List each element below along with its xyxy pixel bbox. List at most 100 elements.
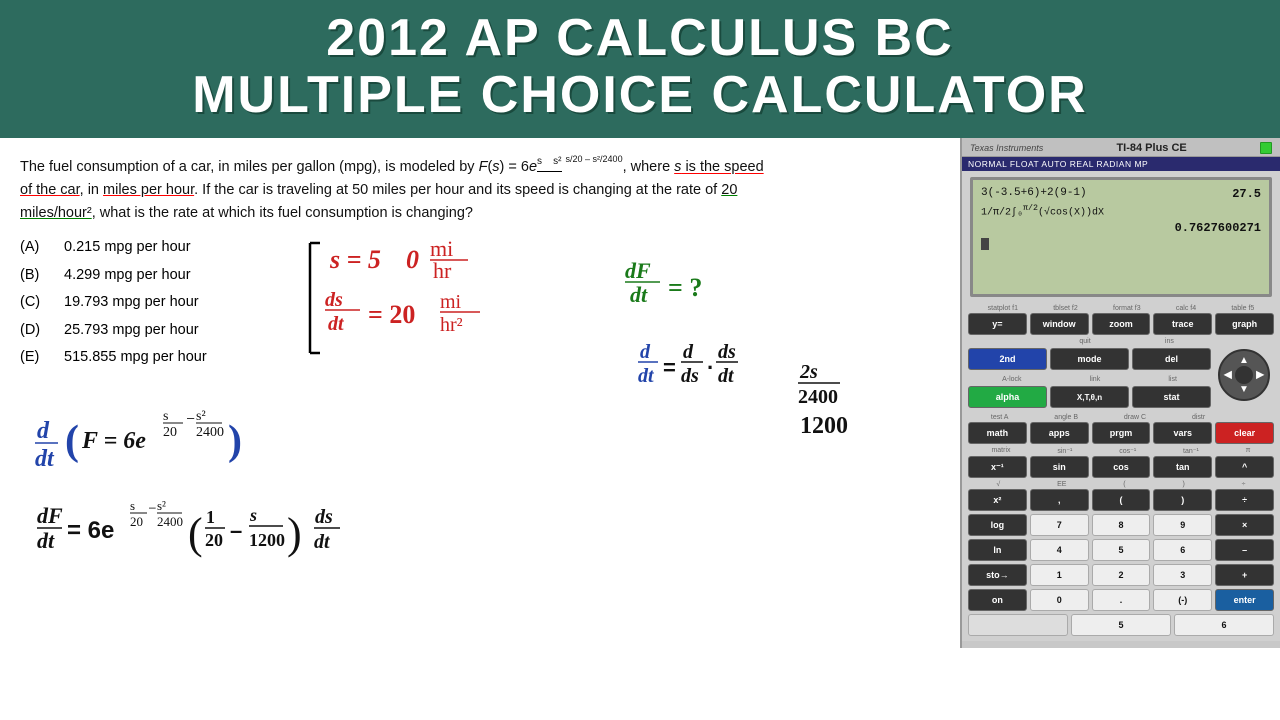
key-comma[interactable]: , xyxy=(1030,489,1089,511)
key-on[interactable]: on xyxy=(968,589,1027,611)
ti-mode-bar: NORMAL FLOAT AUTO REAL RADIAN MP xyxy=(962,157,1280,171)
problem-statement: The fuel consumption of a car, in miles … xyxy=(20,154,770,224)
key-0[interactable]: 0 xyxy=(1030,589,1089,611)
choice-d: (D) 25.793 mpg per hour xyxy=(20,317,940,345)
choice-letter-e: (E) xyxy=(20,344,48,372)
key-tan[interactable]: tan xyxy=(1153,456,1212,478)
key-enter[interactable]: enter xyxy=(1215,589,1274,611)
key-apps[interactable]: apps xyxy=(1030,422,1089,444)
header-line1: 2012 AP CALCULUS BC xyxy=(20,10,1260,67)
formula-label: F xyxy=(479,160,488,176)
choice-letter-d: (D) xyxy=(20,317,48,345)
key-zoom[interactable]: zoom xyxy=(1092,313,1151,335)
key-log[interactable]: log xyxy=(968,514,1027,536)
key-multiply[interactable]: × xyxy=(1215,514,1274,536)
key-y-equals[interactable]: y= xyxy=(968,313,1027,335)
row4-labels: matrix sin⁻¹ cos⁻¹ tan⁻¹ π xyxy=(968,447,1274,455)
svg-text:): ) xyxy=(228,418,242,464)
row5-keys: x² , ( ) ÷ xyxy=(968,489,1274,511)
svg-text:): ) xyxy=(287,509,302,558)
key-7[interactable]: 7 xyxy=(1030,514,1089,536)
key-trace[interactable]: trace xyxy=(1153,313,1212,335)
svg-text:s²: s² xyxy=(196,409,206,424)
key-stat[interactable]: stat xyxy=(1132,386,1211,408)
nav-left-arrow[interactable]: ◀ xyxy=(1224,369,1232,380)
key-math[interactable]: math xyxy=(968,422,1027,444)
func-key-labels: statplot f1 tblset f2 format f3 calc f4 … xyxy=(968,305,1274,312)
screen-expr-2: 1/π/2∫₀π/2(√cos(X))dX xyxy=(981,203,1104,219)
key-4[interactable]: 4 xyxy=(1030,539,1089,561)
nav-down-arrow[interactable]: ▼ xyxy=(1239,384,1249,395)
key-caret[interactable]: ^ xyxy=(1215,456,1274,478)
key-x-t-theta-n[interactable]: X,T,θ,n xyxy=(1050,386,1129,408)
key-decimal[interactable]: . xyxy=(1092,589,1151,611)
key-window[interactable]: window xyxy=(1030,313,1089,335)
key-3[interactable]: 3 xyxy=(1153,564,1212,586)
choice-a: (A) 0.215 mpg per hour xyxy=(20,234,940,262)
key-x-squared[interactable]: x² xyxy=(968,489,1027,511)
svg-text:dt: dt xyxy=(314,531,331,553)
key-sto[interactable]: sto→ xyxy=(968,564,1027,586)
key-mode[interactable]: mode xyxy=(1050,348,1129,370)
key-sin[interactable]: sin xyxy=(1030,456,1089,478)
nav-cluster[interactable]: ▲ ▼ ◀ ▶ xyxy=(1218,349,1270,401)
key-plus[interactable]: + xyxy=(1215,564,1274,586)
row7-keys: ln 4 5 6 – xyxy=(968,539,1274,561)
choice-text-b: 4.299 mpg per hour xyxy=(64,262,191,290)
screen-line-3: 0.7627600271 xyxy=(981,220,1261,237)
row3-keys: math apps prgm vars clear xyxy=(968,422,1274,444)
screen-line-2: 1/π/2∫₀π/2(√cos(X))dX xyxy=(981,203,1261,219)
header-line2: MULTIPLE CHOICE CALCULATOR xyxy=(20,67,1260,124)
screen-expr-1: 3(-3.5+6)+2(9-1) xyxy=(981,186,1087,203)
key-vars[interactable]: vars xyxy=(1153,422,1212,444)
row1-keys: 2nd mode del xyxy=(968,348,1211,370)
ti84-calculator: Texas Instruments TI-84 Plus CE NORMAL F… xyxy=(962,138,1280,641)
svg-text:–: – xyxy=(187,410,195,425)
choices-list: (A) 0.215 mpg per hour (B) 4.299 mpg per… xyxy=(20,234,940,372)
svg-text:2400: 2400 xyxy=(798,386,838,408)
svg-text:(: ( xyxy=(188,509,203,558)
key-bottom-5[interactable]: 5 xyxy=(1071,614,1171,636)
key-prgm[interactable]: prgm xyxy=(1092,422,1151,444)
svg-text:s²: s² xyxy=(157,498,166,513)
key-2nd[interactable]: 2nd xyxy=(968,348,1047,370)
svg-text:1200: 1200 xyxy=(800,413,848,439)
key-minus[interactable]: – xyxy=(1215,539,1274,561)
choice-c: (C) 19.793 mpg per hour xyxy=(20,289,940,317)
row6-keys: log 7 8 9 × xyxy=(968,514,1274,536)
key-9[interactable]: 9 xyxy=(1153,514,1212,536)
key-divide[interactable]: ÷ xyxy=(1215,489,1274,511)
svg-text:s: s xyxy=(163,409,168,424)
header: 2012 AP CALCULUS BC MULTIPLE CHOICE CALC… xyxy=(0,0,1280,138)
nav-right-arrow[interactable]: ▶ xyxy=(1256,369,1264,380)
choice-text-e: 515.855 mpg per hour xyxy=(64,344,207,372)
choice-letter-c: (C) xyxy=(20,289,48,317)
row3-labels: test A angle B draw C distr xyxy=(968,414,1274,421)
key-bottom-4[interactable] xyxy=(968,614,1068,636)
key-open-paren[interactable]: ( xyxy=(1092,489,1151,511)
key-alpha[interactable]: alpha xyxy=(968,386,1047,408)
key-del[interactable]: del xyxy=(1132,348,1211,370)
nav-up-arrow[interactable]: ▲ xyxy=(1239,355,1249,366)
svg-text:F = 6e: F = 6e xyxy=(81,428,146,454)
key-5[interactable]: 5 xyxy=(1092,539,1151,561)
row8-keys: sto→ 1 2 3 + xyxy=(968,564,1274,586)
key-bottom-6[interactable]: 6 xyxy=(1174,614,1274,636)
svg-text:d: d xyxy=(37,418,50,444)
screen-line-1: 3(-3.5+6)+2(9-1) 27.5 xyxy=(981,186,1261,203)
cursor xyxy=(981,238,989,250)
key-8[interactable]: 8 xyxy=(1092,514,1151,536)
key-negate[interactable]: (-) xyxy=(1153,589,1212,611)
key-cos[interactable]: cos xyxy=(1092,456,1151,478)
key-inverse[interactable]: x⁻¹ xyxy=(968,456,1027,478)
key-6[interactable]: 6 xyxy=(1153,539,1212,561)
nav-center-button[interactable] xyxy=(1235,366,1253,384)
key-clear[interactable]: clear xyxy=(1215,422,1274,444)
svg-text:= 6e: = 6e xyxy=(67,517,114,544)
key-graph[interactable]: graph xyxy=(1215,313,1274,335)
key-1[interactable]: 1 xyxy=(1030,564,1089,586)
row9-keys: on 0 . (-) enter xyxy=(968,589,1274,611)
key-ln[interactable]: ln xyxy=(968,539,1027,561)
key-2[interactable]: 2 xyxy=(1092,564,1151,586)
key-close-paren[interactable]: ) xyxy=(1153,489,1212,511)
